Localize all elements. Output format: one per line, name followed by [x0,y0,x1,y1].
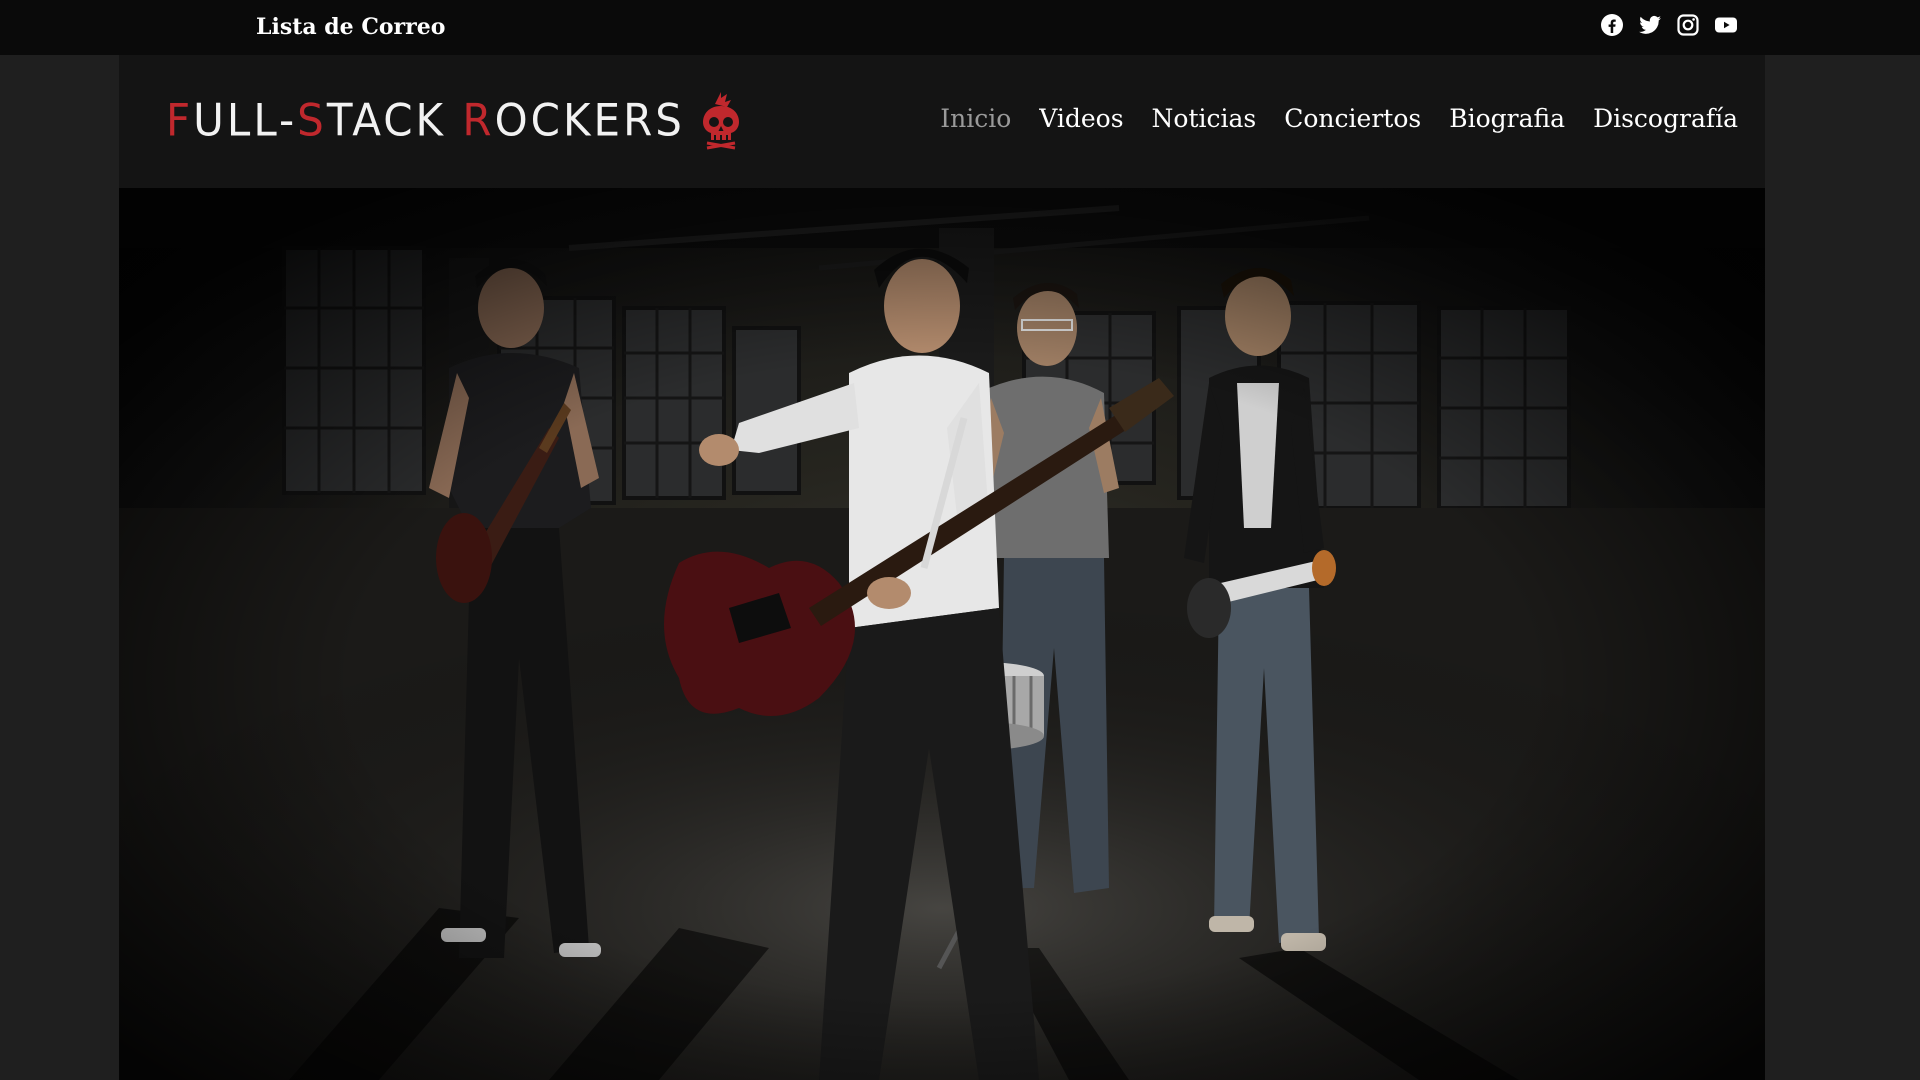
nav-item-videos[interactable]: Videos [1039,104,1123,133]
nav-item-discografia[interactable]: Discografía [1593,104,1738,133]
mailing-list-link[interactable]: Lista de Correo [256,14,445,40]
right-margin [1765,55,1920,1080]
hero-band-photo [119,188,1765,1080]
site-logo[interactable]: FULL-STACK ROCKERS [166,90,743,150]
youtube-icon[interactable] [1714,13,1738,37]
left-margin [0,55,119,1080]
main-nav: Inicio Videos Noticias Conciertos Biogra… [940,104,1738,133]
skull-icon [702,92,739,150]
nav-item-noticias[interactable]: Noticias [1152,104,1257,133]
facebook-icon[interactable] [1600,13,1624,37]
instagram-icon[interactable] [1676,13,1700,37]
logo-wordmark: FULL-STACK ROCKERS [166,94,685,146]
twitter-icon[interactable] [1638,13,1662,37]
nav-item-inicio[interactable]: Inicio [940,104,1011,133]
social-links [1600,13,1738,37]
top-bar: Lista de Correo [0,0,1920,55]
nav-item-biografia[interactable]: Biografia [1449,104,1565,133]
band-photo-illustration [119,188,1765,1080]
nav-item-conciertos[interactable]: Conciertos [1284,104,1421,133]
